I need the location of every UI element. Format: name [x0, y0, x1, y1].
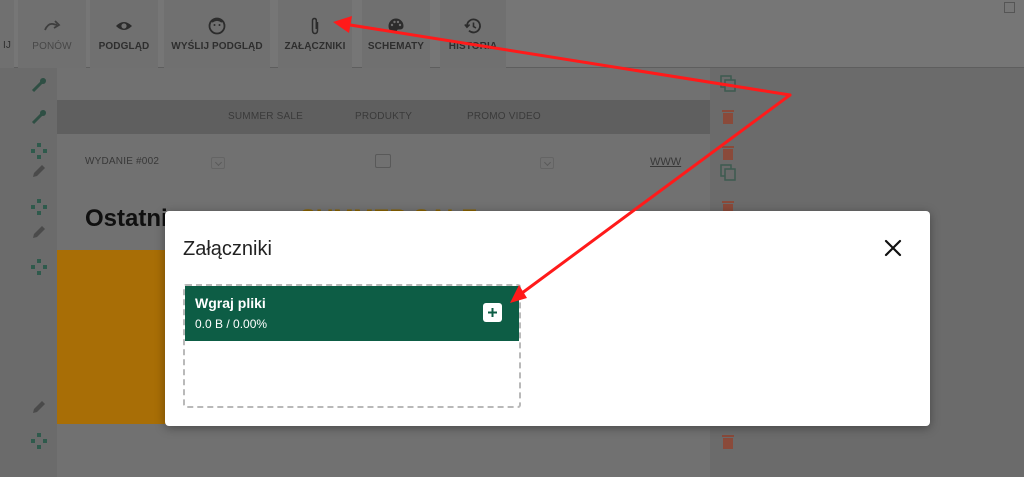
move-icon[interactable] — [30, 258, 48, 276]
upload-stats: 0.0 B / 0.00% — [195, 317, 268, 331]
history-label: HISTORIA — [448, 40, 498, 52]
palette-icon — [387, 17, 405, 35]
redo-label: PONÓW — [32, 40, 72, 52]
nav-link-summer-sale[interactable]: SUMMER SALE — [228, 111, 303, 122]
chevron-down-icon[interactable] — [540, 157, 554, 169]
www-link[interactable]: WWW — [650, 156, 681, 168]
dialog-title: Załączniki — [183, 238, 272, 260]
move-icon[interactable] — [30, 198, 48, 216]
add-files-button[interactable] — [483, 303, 502, 322]
send-preview-label: WYŚLIJ PODGLĄD — [171, 40, 263, 52]
block-handles-rail — [0, 68, 57, 477]
paperclip-icon — [306, 17, 324, 35]
pencil-icon[interactable] — [30, 398, 48, 416]
trash-icon[interactable] — [719, 432, 737, 450]
preview-label: PODGLĄD — [98, 40, 150, 52]
edit-image-icon[interactable] — [375, 154, 391, 168]
hero-image-block — [57, 250, 167, 424]
headline-text: Ostatni — [85, 205, 168, 232]
toolbar-corner-square — [1004, 2, 1015, 13]
upload-dropzone[interactable]: Wgraj pliki 0.0 B / 0.00% — [183, 284, 521, 408]
pencil-icon[interactable] — [30, 223, 48, 241]
history-icon — [464, 17, 482, 35]
trash-icon[interactable] — [719, 143, 737, 161]
upload-header: Wgraj pliki 0.0 B / 0.00% — [185, 286, 519, 341]
templates-label: SCHEMATY — [367, 40, 425, 52]
upload-title: Wgraj pliki — [195, 295, 266, 311]
editor-toolbar: IJ PONÓW PODGLĄD WYŚLIJ PODGLĄD ZAŁĄCZNI… — [0, 0, 1024, 68]
copy-icon[interactable] — [719, 74, 737, 92]
preview-button[interactable]: PODGLĄD — [90, 0, 158, 68]
toolbar-button-cut[interactable]: IJ — [0, 0, 14, 68]
attachments-button[interactable]: ZAŁĄCZNIKI — [278, 0, 352, 68]
send-preview-button[interactable]: WYŚLIJ PODGLĄD — [164, 0, 270, 68]
redo-icon — [43, 17, 61, 35]
tools-icon[interactable] — [30, 108, 48, 126]
toolbar-label: IJ — [3, 39, 11, 51]
copy-icon[interactable] — [719, 163, 737, 181]
tools-icon[interactable] — [30, 76, 48, 94]
nav-link-products[interactable]: PRODUKTY — [355, 111, 412, 122]
face-icon — [208, 17, 226, 35]
move-icon[interactable] — [30, 142, 48, 160]
eye-icon — [115, 17, 133, 35]
redo-button[interactable]: PONÓW — [18, 0, 86, 68]
attachments-dialog: Załączniki Wgraj pliki 0.0 B / 0.00% — [165, 211, 930, 426]
pencil-icon[interactable] — [30, 162, 48, 180]
issue-label: WYDANIE #002 — [85, 156, 160, 167]
trash-icon[interactable] — [719, 107, 737, 125]
plus-icon — [488, 308, 497, 317]
move-icon[interactable] — [30, 432, 48, 450]
close-icon — [884, 239, 902, 257]
attachments-label: ZAŁĄCZNIKI — [284, 40, 346, 52]
history-button[interactable]: HISTORIA — [440, 0, 506, 68]
close-button[interactable] — [881, 236, 905, 260]
templates-button[interactable]: SCHEMATY — [362, 0, 430, 68]
nav-link-promo-video[interactable]: PROMO VIDEO — [467, 111, 541, 122]
chevron-down-icon[interactable] — [211, 157, 225, 169]
